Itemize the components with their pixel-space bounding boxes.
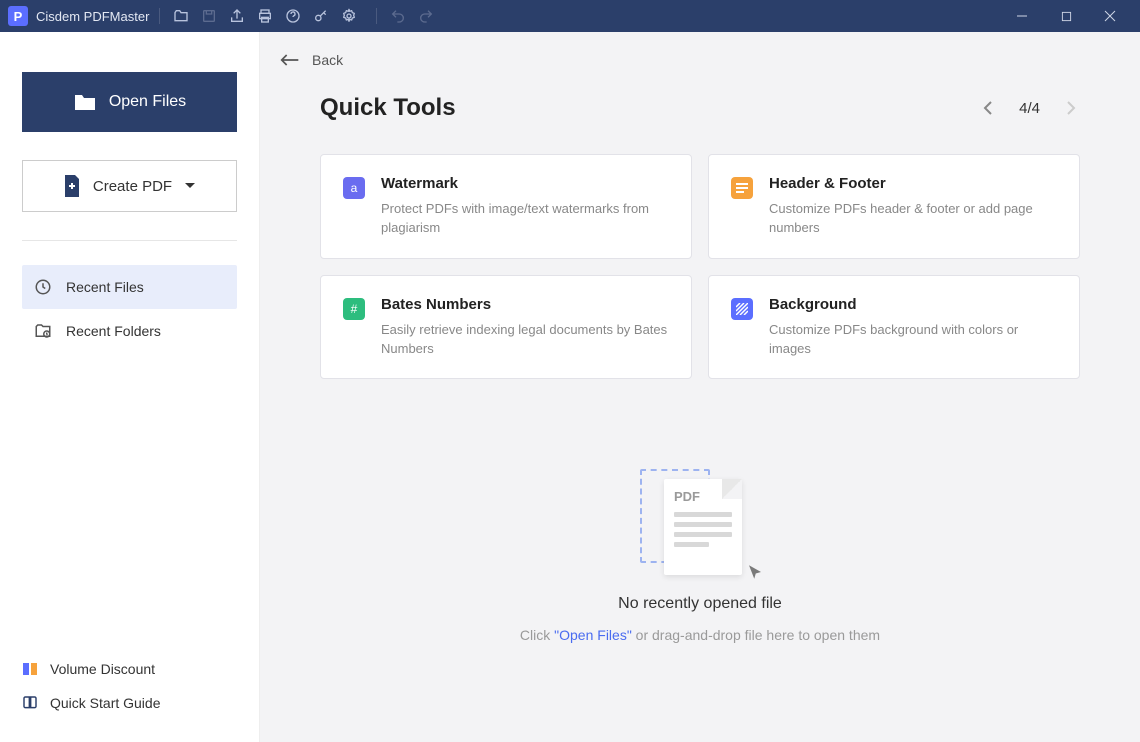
titlebar: P Cisdem PDFMaster (0, 0, 1140, 32)
page-title: Quick Tools (320, 94, 456, 122)
sidebar-item-label: Recent Folders (66, 323, 161, 339)
settings-gear-icon[interactable] (338, 5, 360, 27)
folder-clock-icon (34, 322, 52, 340)
quick-start-guide-label: Quick Start Guide (50, 695, 161, 711)
tool-card-watermark[interactable]: a Watermark Protect PDFs with image/text… (320, 154, 692, 259)
empty-illustration: PDF (640, 469, 760, 579)
cursor-icon (746, 563, 764, 581)
back-label: Back (312, 52, 343, 68)
undo-icon[interactable] (387, 5, 409, 27)
app-title: Cisdem PDFMaster (36, 9, 149, 24)
tool-card-header-footer[interactable]: Header & Footer Customize PDFs header & … (708, 154, 1080, 259)
tool-title: Header & Footer (769, 175, 1057, 192)
redo-icon[interactable] (415, 5, 437, 27)
sidebar-nav: Recent Files Recent Folders (22, 265, 237, 353)
empty-open-files-link[interactable]: "Open Files" (554, 627, 632, 643)
create-pdf-button[interactable]: Create PDF (22, 160, 237, 212)
book-icon (22, 695, 38, 711)
tool-desc: Customize PDFs background with colors or… (769, 321, 1057, 359)
open-icon[interactable] (170, 5, 192, 27)
create-pdf-label: Create PDF (93, 178, 172, 195)
tool-desc: Customize PDFs header & footer or add pa… (769, 200, 1057, 238)
folder-open-icon (73, 92, 97, 112)
empty-state: PDF No recently opened file Click "Open … (320, 469, 1080, 643)
pager-next-button[interactable] (1062, 97, 1080, 119)
open-files-label: Open Files (109, 93, 186, 111)
tool-desc: Easily retrieve indexing legal documents… (381, 321, 669, 359)
tool-card-background[interactable]: Background Customize PDFs background wit… (708, 275, 1080, 380)
pager-prev-button[interactable] (979, 97, 997, 119)
save-icon[interactable] (198, 5, 220, 27)
open-files-button[interactable]: Open Files (22, 72, 237, 132)
chevron-down-icon (184, 182, 196, 190)
upgrade-key-icon[interactable] (310, 5, 332, 27)
clock-icon (34, 278, 52, 296)
tool-title: Watermark (381, 175, 669, 192)
empty-suffix: or drag-and-drop file here to open them (632, 627, 880, 643)
empty-subtitle: Click "Open Files" or drag-and-drop file… (520, 627, 880, 643)
header-footer-icon (731, 177, 753, 199)
window-minimize-button[interactable] (1000, 0, 1044, 32)
print-icon[interactable] (254, 5, 276, 27)
share-icon[interactable] (226, 5, 248, 27)
app-icon: P (8, 6, 28, 26)
tool-desc: Protect PDFs with image/text watermarks … (381, 200, 669, 238)
tool-card-bates-numbers[interactable]: # Bates Numbers Easily retrieve indexing… (320, 275, 692, 380)
sidebar: Open Files Create PDF Recent Files Recen… (0, 32, 260, 742)
window-maximize-button[interactable] (1044, 0, 1088, 32)
tool-title: Bates Numbers (381, 296, 669, 313)
divider (22, 240, 237, 241)
window-close-button[interactable] (1088, 0, 1132, 32)
sidebar-bottom: Volume Discount Quick Start Guide (22, 652, 237, 720)
chevron-left-icon (983, 101, 993, 115)
bates-icon: # (343, 298, 365, 320)
pager: 4/4 (979, 97, 1080, 119)
tool-title: Background (769, 296, 1057, 313)
arrow-left-icon (280, 52, 300, 68)
help-icon[interactable] (282, 5, 304, 27)
volume-discount-label: Volume Discount (50, 661, 155, 677)
sidebar-item-recent-files[interactable]: Recent Files (22, 265, 237, 309)
discount-icon (22, 661, 38, 677)
quick-start-guide-link[interactable]: Quick Start Guide (22, 686, 237, 720)
tool-cards: a Watermark Protect PDFs with image/text… (320, 154, 1080, 379)
empty-title: No recently opened file (618, 595, 782, 613)
back-button[interactable]: Back (260, 32, 1140, 88)
file-plus-icon (63, 175, 81, 197)
watermark-icon: a (343, 177, 365, 199)
sidebar-item-recent-folders[interactable]: Recent Folders (22, 309, 237, 353)
volume-discount-link[interactable]: Volume Discount (22, 652, 237, 686)
chevron-right-icon (1066, 101, 1076, 115)
sidebar-item-label: Recent Files (66, 279, 144, 295)
pager-display: 4/4 (1019, 100, 1040, 117)
background-icon (731, 298, 753, 320)
separator (376, 8, 377, 24)
empty-prefix: Click (520, 627, 554, 643)
main: Back Quick Tools 4/4 a (260, 32, 1140, 742)
separator (159, 8, 160, 24)
